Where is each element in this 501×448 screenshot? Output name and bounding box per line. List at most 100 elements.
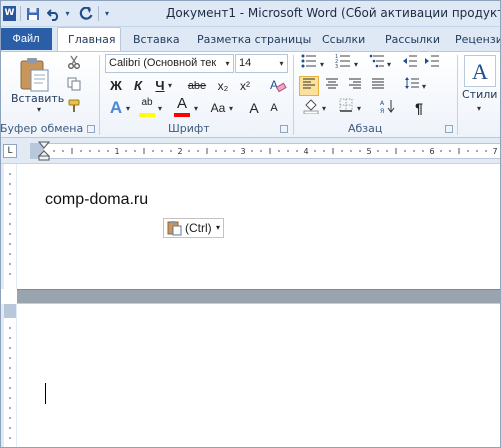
paste-button[interactable] bbox=[15, 56, 53, 94]
italic-button[interactable]: К bbox=[128, 76, 148, 96]
tab-page-layout[interactable]: Разметка страницы bbox=[197, 33, 311, 46]
numbering-dropdown-icon[interactable]: ▾ bbox=[354, 60, 358, 69]
document-page-2[interactable] bbox=[17, 304, 501, 448]
tab-file[interactable]: Файл bbox=[0, 28, 52, 50]
vertical-ruler-ticks bbox=[4, 164, 16, 289]
paste-options-dropdown-icon: ▾ bbox=[216, 223, 221, 232]
group-label-clipboard: Буфер обмена bbox=[0, 122, 84, 135]
qat-separator bbox=[98, 6, 99, 21]
borders-dropdown-icon[interactable]: ▾ bbox=[357, 104, 361, 113]
group-separator bbox=[99, 55, 100, 135]
line-spacing-dropdown-icon[interactable]: ▾ bbox=[422, 82, 426, 91]
bold-button[interactable]: Ж bbox=[106, 76, 126, 96]
clipboard-icon bbox=[167, 221, 182, 236]
highlight-dropdown-icon[interactable]: ▾ bbox=[158, 104, 162, 113]
change-case-button[interactable]: Aa bbox=[208, 98, 228, 118]
paste-options-label: (Ctrl) bbox=[185, 221, 212, 235]
justify-button[interactable] bbox=[368, 76, 388, 96]
multilevel-dropdown-icon[interactable]: ▾ bbox=[387, 60, 391, 69]
clipboard-launcher-icon[interactable] bbox=[87, 125, 95, 133]
decrease-indent-icon[interactable] bbox=[400, 54, 420, 74]
undo-dropdown-icon[interactable]: ▾ bbox=[63, 5, 72, 22]
group-separator bbox=[293, 55, 294, 135]
styles-label[interactable]: Стили bbox=[462, 88, 497, 101]
indent-markers-icon[interactable] bbox=[38, 141, 50, 161]
sort-icon[interactable]: AЯ bbox=[378, 98, 398, 118]
cut-icon[interactable] bbox=[64, 55, 84, 75]
ruler-ticks: 1 2 3 4 5 6 7 bbox=[30, 144, 498, 158]
styles-gallery-icon[interactable]: A bbox=[464, 55, 496, 87]
align-center-button[interactable] bbox=[322, 76, 342, 96]
numbering-icon[interactable]: 123 bbox=[333, 54, 353, 74]
svg-text:3: 3 bbox=[240, 147, 245, 156]
bullets-dropdown-icon[interactable]: ▾ bbox=[320, 60, 324, 69]
paste-label[interactable]: Вставить bbox=[11, 92, 64, 105]
multilevel-list-icon[interactable] bbox=[367, 54, 387, 74]
svg-text:4: 4 bbox=[303, 147, 308, 156]
subscript-button[interactable]: x₂ bbox=[213, 76, 233, 96]
svg-text:7: 7 bbox=[492, 147, 497, 156]
horizontal-ruler[interactable]: 1 2 3 4 5 6 7 bbox=[30, 143, 501, 159]
svg-text:A: A bbox=[270, 78, 278, 92]
page-break-gap bbox=[17, 289, 501, 304]
vertical-ruler-page2[interactable] bbox=[0, 304, 17, 448]
text-effects-button[interactable]: A bbox=[106, 98, 126, 118]
text-effects-dropdown-icon[interactable]: ▾ bbox=[126, 104, 130, 113]
tab-insert[interactable]: Вставка bbox=[133, 33, 180, 46]
svg-text:1: 1 bbox=[114, 147, 119, 156]
borders-icon[interactable] bbox=[336, 98, 356, 118]
font-size-dropdown-icon[interactable]: ▾ bbox=[276, 55, 287, 72]
document-text[interactable]: comp-doma.ru bbox=[45, 191, 148, 209]
shrink-font-button[interactable]: A bbox=[264, 98, 284, 118]
paragraph-launcher-icon[interactable] bbox=[445, 125, 453, 133]
align-right-button[interactable] bbox=[345, 76, 365, 96]
underline-button[interactable]: Ч bbox=[150, 76, 170, 96]
tab-references[interactable]: Ссылки bbox=[322, 33, 365, 46]
styles-dropdown-icon[interactable]: ▾ bbox=[477, 104, 481, 113]
svg-text:A: A bbox=[472, 59, 488, 84]
word-app-icon[interactable]: W bbox=[3, 6, 16, 21]
font-name-value: Calibri (Основной тек bbox=[109, 57, 217, 69]
svg-text:5: 5 bbox=[366, 147, 371, 156]
strikethrough-button[interactable]: abe bbox=[187, 76, 207, 96]
svg-text:3: 3 bbox=[335, 64, 338, 68]
vertical-ruler[interactable] bbox=[0, 164, 17, 289]
group-label-paragraph: Абзац bbox=[348, 122, 383, 135]
shading-dropdown-icon[interactable]: ▾ bbox=[322, 104, 326, 113]
svg-text:Я: Я bbox=[380, 108, 384, 114]
save-icon[interactable] bbox=[25, 5, 41, 22]
font-launcher-icon[interactable] bbox=[280, 125, 288, 133]
font-name-combo[interactable]: Calibri (Основной тек bbox=[105, 54, 234, 73]
svg-text:6: 6 bbox=[429, 147, 434, 156]
bullets-icon[interactable] bbox=[299, 54, 319, 74]
window-title: Документ1 - Microsoft Word (Сбой активац… bbox=[166, 6, 501, 20]
line-spacing-icon[interactable] bbox=[402, 76, 422, 96]
shading-icon[interactable] bbox=[301, 98, 321, 118]
paste-dropdown-icon[interactable]: ▾ bbox=[37, 105, 41, 114]
align-left-button[interactable] bbox=[299, 76, 319, 96]
group-label-font: Шрифт bbox=[168, 122, 210, 135]
undo-icon[interactable] bbox=[46, 5, 62, 22]
change-case-dropdown-icon[interactable]: ▾ bbox=[229, 104, 233, 113]
group-separator bbox=[457, 55, 458, 135]
copy-icon[interactable] bbox=[64, 77, 84, 97]
tab-mailings[interactable]: Рассылки bbox=[385, 33, 440, 46]
text-cursor bbox=[45, 383, 46, 404]
redo-icon[interactable] bbox=[78, 5, 94, 22]
grow-font-button[interactable]: A bbox=[244, 98, 264, 118]
font-color-dropdown-icon[interactable]: ▾ bbox=[194, 104, 198, 113]
clear-formatting-icon[interactable]: A bbox=[265, 77, 291, 97]
highlight-label: ab bbox=[141, 97, 153, 108]
document-page-1[interactable] bbox=[17, 164, 501, 289]
show-formatting-button[interactable]: ¶ bbox=[409, 98, 429, 118]
customize-qat-icon[interactable]: ▾ bbox=[102, 5, 112, 22]
tab-home[interactable]: Главная bbox=[68, 33, 116, 46]
font-name-dropdown-icon[interactable]: ▾ bbox=[222, 55, 233, 72]
underline-dropdown-icon[interactable]: ▾ bbox=[168, 81, 172, 90]
tab-review[interactable]: Рецензи bbox=[455, 33, 501, 46]
superscript-button[interactable]: x² bbox=[235, 76, 255, 96]
format-painter-icon[interactable] bbox=[64, 99, 84, 119]
tab-selector-button[interactable]: L bbox=[3, 144, 17, 158]
paste-options-button[interactable]: (Ctrl) ▾ bbox=[163, 218, 224, 238]
increase-indent-icon[interactable] bbox=[422, 54, 442, 74]
